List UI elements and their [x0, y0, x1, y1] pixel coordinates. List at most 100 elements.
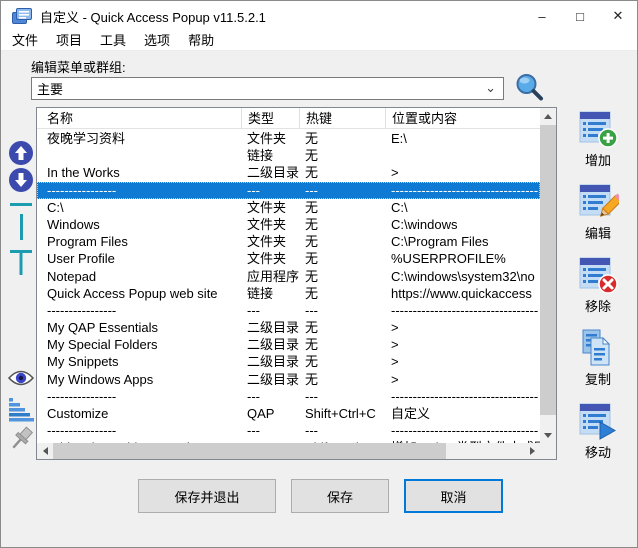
horizontal-scroll-thumb[interactable]: [53, 443, 446, 459]
cell-hotkey: 无: [299, 353, 385, 370]
maximize-button[interactable]: □: [561, 1, 599, 31]
scroll-right-icon[interactable]: [524, 443, 540, 459]
pin-icon[interactable]: [9, 425, 35, 457]
horizontal-scrollbar[interactable]: [37, 443, 540, 459]
cell-location: https://www.quickaccess: [385, 285, 540, 302]
title-bar[interactable]: 自定义 - Quick Access Popup v11.5.2.1 – □ ✕: [1, 1, 637, 31]
edit-button-label: 编辑: [566, 223, 630, 242]
cell-hotkey: 无: [299, 268, 385, 285]
cell-type: 二级目录: [241, 336, 299, 353]
cell-location: >: [385, 336, 540, 353]
app-icon: [12, 8, 32, 25]
minimize-button[interactable]: –: [523, 1, 561, 31]
column-header-hotkey[interactable]: 热键: [299, 108, 385, 129]
list-move-icon: [577, 401, 619, 441]
table-row[interactable]: Notepad应用程序无C:\windows\system32\no: [37, 268, 540, 285]
menu-tools[interactable]: 工具: [91, 31, 135, 51]
remove-item-button[interactable]: 移除: [566, 255, 630, 315]
cell-location: ----------------------------------: [385, 388, 540, 405]
column-header-type[interactable]: 类型: [241, 108, 299, 129]
add-menu-break-icon[interactable]: [10, 250, 32, 276]
table-row[interactable]: User Profile文件夹无%USERPROFILE%: [37, 250, 540, 267]
cell-location: >: [385, 353, 540, 370]
group-combobox-value: 主要: [37, 79, 63, 98]
list-remove-icon: [577, 255, 619, 295]
cell-location: ----------------------------------: [385, 182, 540, 199]
preview-eye-icon[interactable]: [7, 368, 35, 388]
column-header-location[interactable]: 位置或内容: [385, 108, 540, 129]
cell-hotkey: 无: [299, 233, 385, 250]
cell-name: User Profile: [37, 250, 241, 267]
cell-location: >: [385, 164, 540, 181]
cell-type: 文件夹: [241, 233, 299, 250]
cell-type: ---: [241, 302, 299, 319]
sort-bars-icon[interactable]: [8, 398, 34, 422]
cell-name: My Windows Apps: [37, 371, 241, 388]
copy-button-label: 复制: [566, 369, 630, 388]
move-down-icon[interactable]: [8, 167, 34, 193]
table-row[interactable]: Program Files文件夹无C:\Program Files: [37, 233, 540, 250]
list-add-icon: [577, 109, 619, 149]
cancel-button[interactable]: 取消: [404, 479, 503, 513]
table-row[interactable]: My QAP Essentials二级目录无>: [37, 319, 540, 336]
scroll-up-icon[interactable]: [540, 108, 556, 124]
table-row[interactable]: C:\文件夹无C:\: [37, 199, 540, 216]
move-item-button[interactable]: 移动: [566, 401, 630, 461]
vertical-scroll-thumb[interactable]: [540, 125, 556, 415]
remove-button-label: 移除: [566, 296, 630, 315]
save-and-exit-button[interactable]: 保存并退出: [138, 479, 276, 513]
close-button[interactable]: ✕: [599, 1, 637, 31]
cell-type: 二级目录: [241, 164, 299, 181]
menu-bar: 文件 项目 工具 选项 帮助: [1, 31, 637, 51]
save-button[interactable]: 保存: [291, 479, 389, 513]
cell-name: Customize: [37, 405, 241, 422]
cell-type: QAP: [241, 405, 299, 422]
cell-name: ----------------: [37, 422, 241, 439]
cell-name: My Special Folders: [37, 336, 241, 353]
table-row[interactable]: CustomizeQAPShift+Ctrl+C自定义: [37, 405, 540, 422]
cell-location: [385, 147, 540, 164]
move-button-label: 移动: [566, 442, 630, 461]
cell-hotkey: ---: [299, 182, 385, 199]
scroll-down-icon[interactable]: [540, 427, 556, 443]
add-column-break-icon[interactable]: [20, 214, 23, 240]
table-row[interactable]: 链接无: [37, 147, 540, 164]
table-row[interactable]: My Windows Apps二级目录无>: [37, 371, 540, 388]
table-row[interactable]: Windows文件夹无C:\windows: [37, 216, 540, 233]
table-row[interactable]: My Snippets二级目录无>: [37, 353, 540, 370]
copy-item-button[interactable]: 复制: [566, 328, 630, 388]
menu-help[interactable]: 帮助: [179, 31, 223, 51]
table-row[interactable]: In the Works二级目录无>: [37, 164, 540, 181]
cell-type: 文件夹: [241, 130, 299, 147]
table-row[interactable]: ----------------------------------------…: [37, 388, 540, 405]
cell-name: Notepad: [37, 268, 241, 285]
table-row[interactable]: 夜晚学习资料文件夹无E:\: [37, 130, 540, 147]
column-header-name[interactable]: 名称: [37, 108, 241, 129]
menu-item[interactable]: 项目: [47, 31, 91, 51]
table-row[interactable]: Quick Access Popup web site链接无https://ww…: [37, 285, 540, 302]
copy-documents-icon: [577, 328, 619, 368]
menu-options[interactable]: 选项: [135, 31, 179, 51]
group-combobox[interactable]: 主要 ⌄: [31, 77, 504, 100]
search-icon[interactable]: [514, 72, 544, 102]
cell-hotkey: 无: [299, 216, 385, 233]
table-row[interactable]: ----------------------------------------…: [37, 422, 540, 439]
table-header[interactable]: 名称 类型 热键 位置或内容: [37, 108, 540, 129]
cell-location: C:\: [385, 199, 540, 216]
cell-name: 夜晚学习资料: [37, 130, 241, 147]
menu-file[interactable]: 文件: [3, 31, 47, 51]
table-row[interactable]: ----------------------------------------…: [37, 182, 540, 199]
scroll-left-icon[interactable]: [37, 443, 53, 459]
window-title: 自定义 - Quick Access Popup v11.5.2.1: [40, 7, 266, 26]
cell-hotkey: 无: [299, 164, 385, 181]
table-row[interactable]: My Special Folders二级目录无>: [37, 336, 540, 353]
vertical-scrollbar[interactable]: [540, 108, 556, 443]
move-up-icon[interactable]: [8, 140, 34, 166]
edit-item-button[interactable]: 编辑: [566, 182, 630, 242]
cell-hotkey: ---: [299, 302, 385, 319]
cell-type: 二级目录: [241, 371, 299, 388]
cell-hotkey: 无: [299, 130, 385, 147]
add-item-button[interactable]: 增加: [566, 109, 630, 169]
table-row[interactable]: ----------------------------------------…: [37, 302, 540, 319]
add-separator-icon[interactable]: [10, 203, 32, 206]
